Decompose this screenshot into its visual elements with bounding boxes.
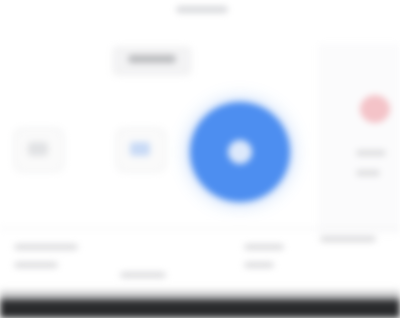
tile-icon bbox=[28, 142, 48, 156]
list-item-text bbox=[14, 244, 78, 250]
tile-icon bbox=[130, 142, 150, 156]
divider bbox=[0, 228, 400, 229]
circle-action-icon bbox=[228, 140, 252, 164]
primary-action-button[interactable] bbox=[190, 102, 290, 202]
list-item-text bbox=[120, 272, 166, 278]
list-item-text bbox=[244, 244, 284, 250]
screen bbox=[0, 0, 400, 318]
side-panel-line bbox=[356, 170, 380, 176]
middle-tile-button[interactable] bbox=[116, 128, 166, 172]
side-panel-line bbox=[356, 150, 386, 156]
side-panel bbox=[318, 44, 400, 234]
left-tile-button[interactable] bbox=[14, 128, 64, 172]
page-heading-text bbox=[128, 55, 176, 63]
list-item-text bbox=[320, 236, 376, 242]
list-item-text bbox=[14, 262, 58, 268]
window-title bbox=[176, 6, 228, 13]
list-item-text bbox=[244, 262, 274, 268]
status-dot-icon[interactable] bbox=[360, 95, 390, 123]
bottom-bar bbox=[0, 300, 400, 318]
